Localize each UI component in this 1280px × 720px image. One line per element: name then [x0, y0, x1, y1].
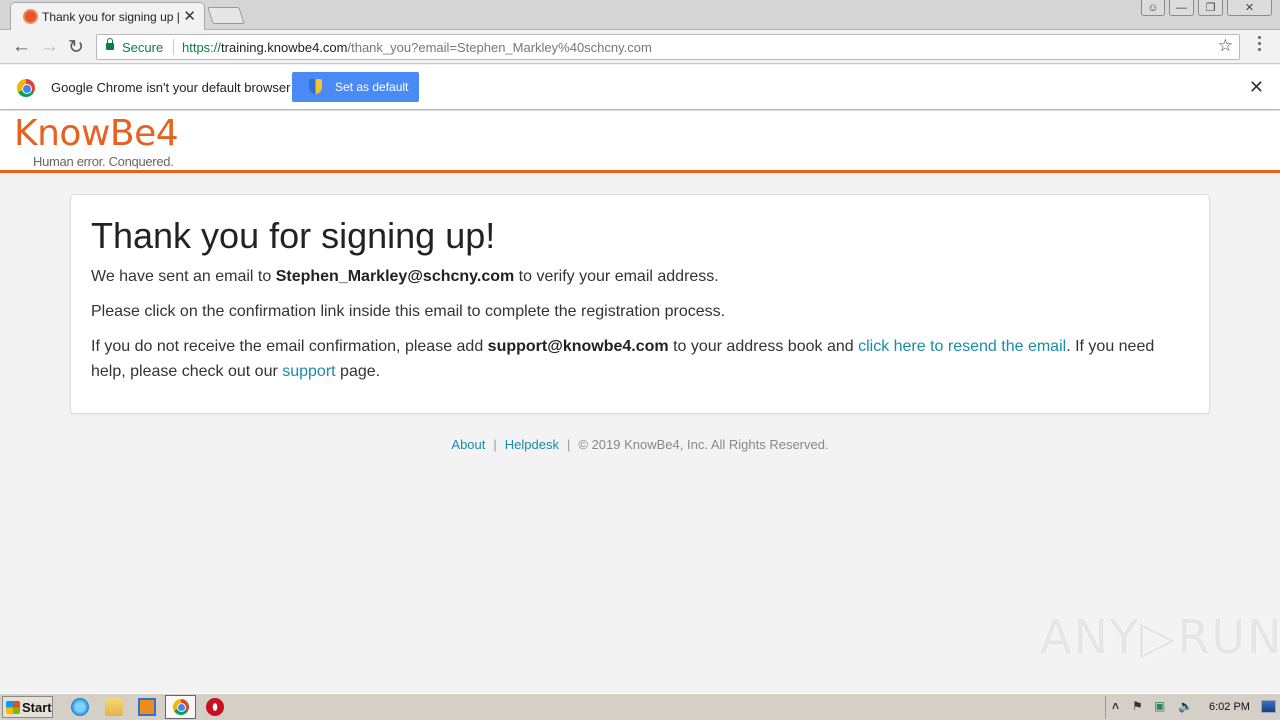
- user-email: Stephen_Markley@schcny.com: [275, 268, 515, 285]
- text: to your address book and: [668, 338, 859, 355]
- confirmation-instructions: Please click on the confirmation link in…: [91, 303, 726, 320]
- chrome-menu-button[interactable]: [1258, 36, 1262, 51]
- site-header: KnowBe4 Human error. Conquered.: [0, 111, 1280, 173]
- network-icon[interactable]: ▣: [1154, 699, 1165, 713]
- divider: [173, 39, 174, 55]
- action-center-flag-icon[interactable]: ⚑: [1132, 699, 1143, 713]
- clock[interactable]: 6:02 PM: [1209, 701, 1250, 713]
- set-as-default-label: Set as default: [335, 80, 409, 94]
- lock-icon: [106, 38, 114, 50]
- helpdesk-link[interactable]: Helpdesk: [505, 437, 559, 452]
- window-controls: ☺ — ❐ ✕: [1141, 0, 1272, 16]
- taskbar-chrome-button[interactable]: [165, 695, 196, 719]
- shield-icon: [309, 79, 322, 94]
- email-sent-message: We have sent an email to Stephen_Markley…: [91, 264, 719, 289]
- resend-email-link[interactable]: click here to resend the email: [858, 338, 1066, 355]
- text: If you do not receive the email confirma…: [91, 338, 488, 355]
- windows-logo-icon: [6, 700, 20, 714]
- text: page.: [335, 363, 381, 380]
- show-desktop-icon[interactable]: [1261, 700, 1276, 713]
- back-button[interactable]: ←: [12, 36, 31, 58]
- footer-separator: |: [493, 437, 497, 452]
- system-tray: ˄ ⚑ ▣ 🔈 6:02 PM: [1105, 696, 1280, 719]
- browser-tab[interactable]: Thank you for signing up | KnowBe4 ✕: [10, 2, 205, 30]
- anyrun-watermark: ANY▷RUN: [1040, 610, 1280, 664]
- close-window-button[interactable]: ✕: [1227, 0, 1272, 16]
- text: to verify your email address.: [514, 268, 719, 285]
- new-tab-button[interactable]: [207, 7, 245, 24]
- chrome-logo-icon: [17, 79, 35, 97]
- browser-toolbar: ← → ↻ Secure https://training.knowbe4.co…: [0, 30, 1280, 64]
- url-host: training.knowbe4.com: [221, 40, 348, 55]
- url-path: /thank_you?email=Stephen_Markley%40schcn…: [347, 40, 652, 55]
- logo-tagline: Human error. Conquered.: [33, 154, 174, 169]
- security-label: Secure: [122, 40, 164, 55]
- logo-text: KnowBe4: [14, 113, 179, 154]
- page-footer: About | Helpdesk | © 2019 KnowBe4, Inc. All …: [0, 437, 1280, 452]
- close-icon: ✕: [1244, 2, 1255, 14]
- tab-close-icon[interactable]: ✕: [183, 7, 196, 25]
- support-link[interactable]: support: [282, 363, 335, 380]
- page-title: Thank you for signing up!: [91, 215, 496, 256]
- chrome-icon: [173, 699, 189, 715]
- restore-button[interactable]: ❐: [1198, 0, 1223, 16]
- opera-icon[interactable]: [206, 698, 224, 716]
- help-message: If you do not receive the email confirma…: [91, 334, 1191, 384]
- footer-separator: |: [566, 437, 571, 452]
- volume-icon[interactable]: 🔈: [1178, 699, 1193, 713]
- windows-taskbar: Start ˄ ⚑ ▣ 🔈 6:02 PM: [0, 693, 1280, 720]
- start-label: Start: [22, 699, 52, 715]
- show-hidden-icons-chevron-icon[interactable]: ˄: [1112, 699, 1119, 713]
- internet-explorer-icon[interactable]: [71, 698, 89, 716]
- start-button[interactable]: Start: [2, 696, 53, 718]
- set-as-default-button[interactable]: Set as default: [292, 72, 419, 102]
- forward-button[interactable]: →: [40, 36, 59, 58]
- user-icon: ☺: [1147, 1, 1159, 14]
- reload-button[interactable]: ↻: [68, 36, 84, 59]
- infobar-message: Google Chrome isn't your default browser: [51, 80, 291, 95]
- url-text[interactable]: https://training.knowbe4.com/thank_you?e…: [182, 40, 652, 55]
- knowbe4-favicon-icon: [23, 9, 38, 24]
- restore-icon: ❐: [1205, 2, 1216, 14]
- address-bar[interactable]: Secure https://training.knowbe4.com/than…: [96, 34, 1240, 60]
- support-email: support@knowbe4.com: [487, 338, 669, 355]
- bookmark-star-icon[interactable]: ☆: [1218, 36, 1233, 56]
- infobar-close-icon[interactable]: ✕: [1249, 77, 1264, 98]
- file-explorer-icon[interactable]: [105, 698, 123, 716]
- tab-title: Thank you for signing up | KnowBe4: [42, 10, 180, 24]
- default-browser-infobar: Google Chrome isn't your default browser…: [0, 65, 1280, 110]
- media-player-icon[interactable]: [138, 698, 156, 716]
- url-scheme: https://: [182, 40, 222, 55]
- tab-strip: Thank you for signing up | KnowBe4 ✕ ☺ —…: [0, 0, 1280, 30]
- minimize-button[interactable]: —: [1169, 0, 1194, 16]
- text: We have sent an email to: [91, 268, 276, 285]
- confirmation-card: Thank you for signing up! We have sent a…: [70, 194, 1210, 414]
- knowbe4-logo[interactable]: KnowBe4 Human error. Conquered.: [14, 113, 179, 170]
- profile-button[interactable]: ☺: [1141, 0, 1165, 16]
- minimize-icon: —: [1176, 1, 1187, 14]
- about-link[interactable]: About: [451, 437, 485, 452]
- copyright: © 2019 KnowBe4, Inc. All Rights Reserved…: [578, 437, 829, 452]
